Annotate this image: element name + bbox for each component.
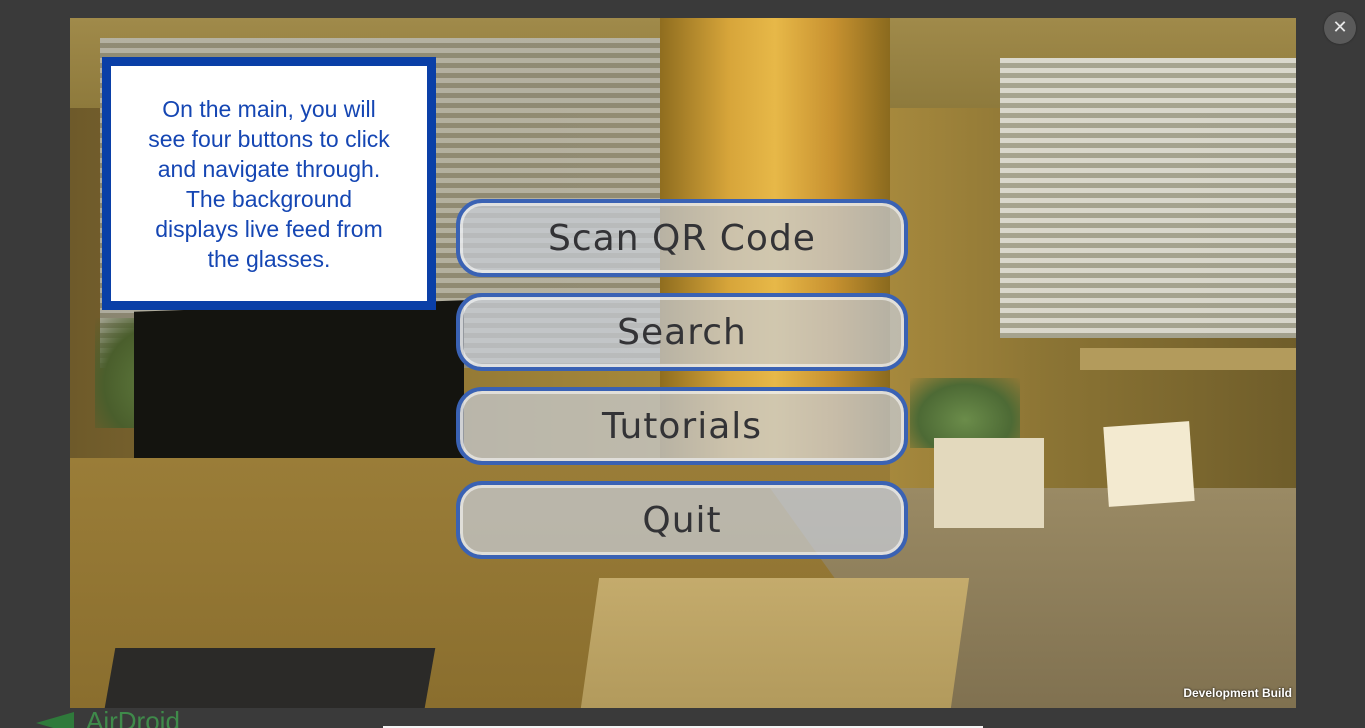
tutorials-button[interactable]: Tutorials <box>456 387 908 465</box>
tutorials-label: Tutorials <box>601 405 763 447</box>
airdroid-logo: AirDroid <box>36 706 206 728</box>
file-cabinet <box>580 578 970 708</box>
search-label: Search <box>617 311 747 353</box>
scan-qr-code-button[interactable]: Scan QR Code <box>456 199 908 277</box>
handwritten-sign <box>1103 421 1195 507</box>
lightbox-overlay: AirDroid ✕ On the main, you will see fou… <box>0 0 1365 728</box>
desk-box <box>934 438 1044 528</box>
image-viewer: On the main, you will see four buttons t… <box>70 18 1296 708</box>
tutorial-callout-text: On the main, you will see four buttons t… <box>148 95 390 272</box>
wall-tv <box>134 300 464 482</box>
wall-shelf <box>1080 348 1296 370</box>
close-button[interactable]: ✕ <box>1324 12 1356 44</box>
close-icon: ✕ <box>1332 17 1348 38</box>
quit-button[interactable]: Quit <box>456 481 908 559</box>
main-menu: Scan QR Code Search Tutorials Quit <box>456 199 908 575</box>
airdroid-logo-icon <box>36 712 74 728</box>
airdroid-logo-text: AirDroid <box>86 706 180 728</box>
tutorial-callout: On the main, you will see four buttons t… <box>102 57 436 310</box>
scan-qr-code-label: Scan QR Code <box>548 217 816 259</box>
quit-label: Quit <box>642 499 722 541</box>
laptop <box>104 648 436 708</box>
window-blinds-right <box>1000 58 1296 338</box>
development-build-label: Development Build <box>1183 686 1292 700</box>
search-button[interactable]: Search <box>456 293 908 371</box>
